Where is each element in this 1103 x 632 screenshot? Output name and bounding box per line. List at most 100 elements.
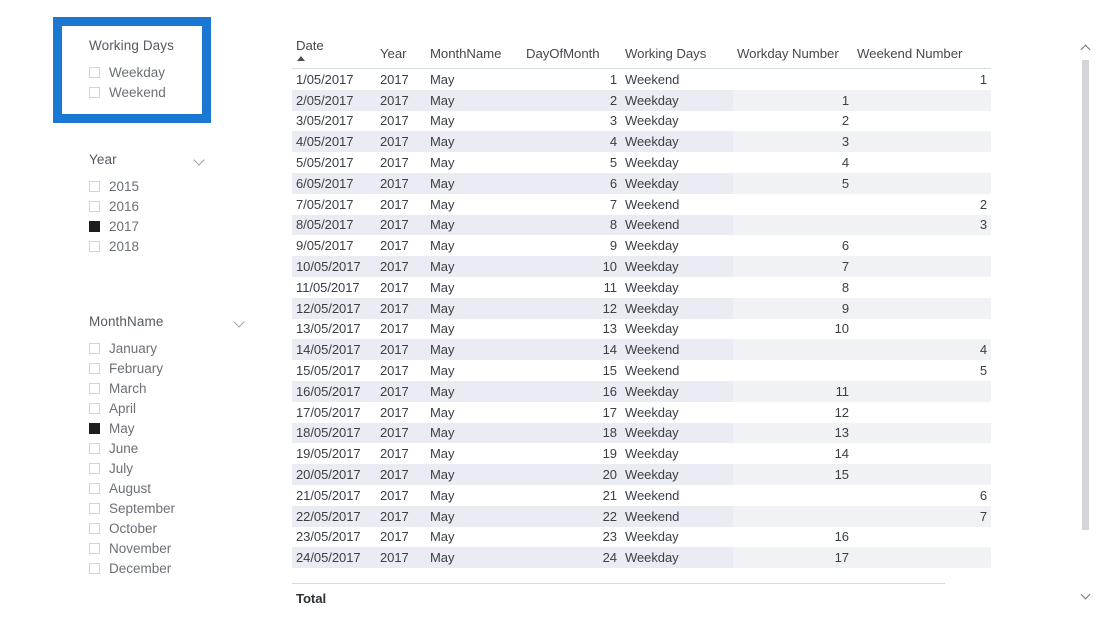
checkbox-icon[interactable] — [89, 66, 100, 78]
slicer-item-august[interactable]: August — [89, 478, 251, 498]
slicer-year[interactable]: Year 2015 2016 2017 2018 — [89, 152, 211, 256]
table-row[interactable]: 23/05/2017 2017 May 23 Weekday 16 — [292, 527, 991, 548]
table-row[interactable]: 10/05/2017 2017 May 10 Weekday 7 — [292, 256, 991, 277]
table-row[interactable]: 1/05/2017 2017 May 1 Weekend 1 — [292, 69, 991, 90]
chevron-down-icon[interactable] — [234, 318, 247, 326]
checkbox-icon[interactable] — [89, 86, 100, 98]
cell-month: May — [426, 380, 522, 402]
slicer-item-april[interactable]: April — [89, 398, 251, 418]
slicer-header-monthname[interactable]: MonthName — [89, 314, 251, 330]
column-header-weekend-number[interactable]: Weekend Number — [853, 38, 991, 69]
checkbox-icon[interactable] — [89, 562, 100, 574]
slicer-item-2016[interactable]: 2016 — [89, 196, 211, 216]
checkbox-icon[interactable] — [89, 542, 100, 554]
cell-working: Weekday — [625, 529, 679, 545]
cell-wenum — [853, 527, 991, 548]
checkbox-icon[interactable] — [89, 382, 100, 394]
cell-month: May — [430, 71, 455, 87]
cell-dom: 20 — [522, 464, 621, 485]
table-row[interactable]: 8/05/2017 2017 May 8 Weekend 3 — [292, 214, 991, 236]
table-row[interactable]: 14/05/2017 2017 May 14 Weekend 4 — [292, 339, 991, 361]
table-row[interactable]: 11/05/2017 2017 May 11 Weekday 8 — [292, 277, 991, 298]
checkbox-checked-icon[interactable] — [89, 220, 100, 232]
checkbox-icon[interactable] — [89, 442, 100, 454]
slicer-item-label: 2015 — [109, 178, 140, 194]
table-row[interactable]: 16/05/2017 2017 May 16 Weekday 11 — [292, 380, 991, 402]
table-row[interactable]: 12/05/2017 2017 May 12 Weekday 9 — [292, 297, 991, 319]
checkbox-icon[interactable] — [89, 362, 100, 374]
table-row[interactable]: 3/05/2017 2017 May 3 Weekday 2 — [292, 111, 991, 132]
column-header-year[interactable]: Year — [376, 38, 426, 69]
column-header-working-days[interactable]: Working Days — [621, 38, 733, 69]
checkbox-icon[interactable] — [89, 200, 100, 212]
checkbox-icon[interactable] — [89, 502, 100, 514]
cell-wenum — [853, 172, 991, 194]
table-row[interactable]: 6/05/2017 2017 May 6 Weekday 5 — [292, 172, 991, 194]
table-row[interactable]: 5/05/2017 2017 May 5 Weekday 4 — [292, 152, 991, 173]
table-row[interactable]: 24/05/2017 2017 May 24 Weekday 17 — [292, 547, 991, 569]
slicer-item-september[interactable]: September — [89, 498, 251, 518]
slicer-item-2015[interactable]: 2015 — [89, 176, 211, 196]
cell-dom: 7 — [609, 196, 617, 212]
table-row[interactable]: 19/05/2017 2017 May 19 Weekday 14 — [292, 443, 991, 464]
scrollbar-thumb[interactable] — [1082, 60, 1089, 530]
slicer-monthname[interactable]: MonthName January February March April M… — [89, 314, 251, 578]
cell-year: 2017 — [380, 446, 409, 462]
cell-date: 15/05/2017 — [296, 363, 361, 379]
cell-wdnum: 3 — [733, 131, 853, 153]
checkbox-checked-icon[interactable] — [89, 422, 100, 434]
column-header-workday-number[interactable]: Workday Number — [733, 38, 853, 69]
checkbox-icon[interactable] — [89, 522, 100, 534]
chevron-down-icon[interactable] — [194, 156, 207, 164]
table-vertical-scrollbar[interactable] — [1079, 38, 1092, 604]
column-header-dayofmonth[interactable]: DayOfMonth — [522, 38, 621, 69]
slicer-item-november[interactable]: November — [89, 538, 251, 558]
column-header-monthname[interactable]: MonthName — [426, 38, 522, 69]
slicer-item-july[interactable]: July — [89, 458, 251, 478]
cell-date: 7/05/2017 — [296, 196, 354, 212]
table-row[interactable]: 18/05/2017 2017 May 18 Weekday 13 — [292, 422, 991, 444]
table-row[interactable]: 21/05/2017 2017 May 21 Weekend 6 — [292, 485, 991, 506]
table-row[interactable]: 13/05/2017 2017 May 13 Weekday 10 — [292, 319, 991, 340]
scroll-down-button[interactable] — [1079, 589, 1092, 602]
table-row[interactable]: 15/05/2017 2017 May 15 Weekend 5 — [292, 360, 991, 381]
slicer-item-label: August — [109, 480, 152, 496]
checkbox-icon[interactable] — [89, 180, 100, 192]
table-row[interactable]: 7/05/2017 2017 May 7 Weekend 2 — [292, 194, 991, 215]
cell-year: 2017 — [380, 238, 409, 254]
slicer-item-december[interactable]: December — [89, 558, 251, 578]
cell-year: 2017 — [380, 487, 409, 503]
slicer-item-label: February — [109, 360, 164, 376]
table-row[interactable]: 9/05/2017 2017 May 9 Weekday 6 — [292, 235, 991, 256]
slicer-item-march[interactable]: March — [89, 378, 251, 398]
slicer-item-weekend[interactable]: Weekend — [89, 82, 199, 102]
cell-working: Weekend — [621, 214, 733, 236]
cell-working: Weekday — [621, 464, 733, 485]
cell-year: 2017 — [380, 321, 409, 337]
table-row[interactable]: 22/05/2017 2017 May 22 Weekend 7 — [292, 505, 991, 527]
slicer-item-may[interactable]: May — [89, 418, 251, 438]
slicer-item-february[interactable]: February — [89, 358, 251, 378]
slicer-item-2018[interactable]: 2018 — [89, 236, 211, 256]
slicer-item-2017[interactable]: 2017 — [89, 216, 211, 236]
slicer-working-days[interactable]: Working Days Weekday Weekend — [89, 38, 199, 102]
scroll-up-button[interactable] — [1079, 42, 1092, 55]
table-row[interactable]: 2/05/2017 2017 May 2 Weekday 1 — [292, 89, 991, 111]
checkbox-icon[interactable] — [89, 462, 100, 474]
slicer-item-weekday[interactable]: Weekday — [89, 62, 199, 82]
checkbox-icon[interactable] — [89, 482, 100, 494]
cell-date: 20/05/2017 — [292, 464, 376, 485]
slicer-item-june[interactable]: June — [89, 438, 251, 458]
checkbox-icon[interactable] — [89, 240, 100, 252]
table-row[interactable]: 17/05/2017 2017 May 17 Weekday 12 — [292, 402, 991, 423]
checkbox-icon[interactable] — [89, 402, 100, 414]
slicer-header-year[interactable]: Year — [89, 152, 211, 168]
slicer-item-january[interactable]: January — [89, 338, 251, 358]
table-row[interactable]: 4/05/2017 2017 May 4 Weekday 3 — [292, 131, 991, 153]
sort-ascending-icon[interactable] — [297, 56, 305, 61]
checkbox-icon[interactable] — [89, 342, 100, 354]
slicer-item-october[interactable]: October — [89, 518, 251, 538]
table-row[interactable]: 20/05/2017 2017 May 20 Weekday 15 — [292, 464, 991, 485]
column-header-date[interactable]: Date — [292, 38, 376, 69]
slicer-item-label: Weekday — [109, 64, 166, 80]
